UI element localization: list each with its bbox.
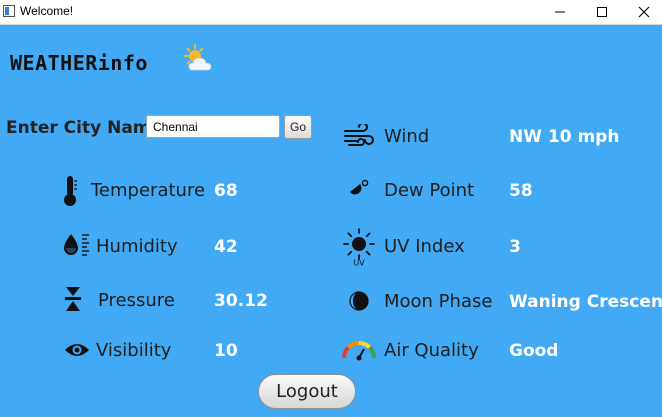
pressure-label: Pressure — [98, 290, 175, 311]
air-quality-label: Air Quality — [384, 340, 479, 361]
air-quality-value: Good — [509, 341, 559, 361]
wind-label: Wind — [384, 126, 430, 147]
temperature-value: 68 — [214, 181, 238, 201]
go-button[interactable]: Go — [284, 115, 312, 139]
thermometer-icon — [64, 176, 77, 206]
uv-index-value: 3 — [509, 237, 521, 257]
dew-point-value: 58 — [509, 181, 533, 201]
maximize-button[interactable] — [580, 0, 624, 24]
wind-icon — [344, 124, 374, 146]
uv-sun-icon: UV — [343, 228, 375, 266]
humidity-label: Humidity — [96, 236, 178, 257]
logout-button[interactable]: Logout — [258, 374, 356, 409]
moon-phase-label: Moon Phase — [384, 291, 493, 312]
moon-phase-icon — [349, 291, 369, 311]
partly-cloudy-icon — [184, 44, 212, 71]
dew-point-label: Dew Point — [384, 180, 475, 201]
visibility-label: Visibility — [96, 340, 172, 361]
moon-phase-value: Waning Crescent — [509, 292, 662, 312]
main-panel: WEATHERinfo Enter City Name Go Temperatu… — [0, 25, 662, 417]
city-input[interactable] — [146, 115, 280, 138]
city-name-label: Enter City Name — [6, 118, 163, 138]
uv-index-label: UV Index — [384, 236, 465, 257]
wind-value: NW 10 mph — [509, 127, 620, 147]
window-titlebar: Welcome! — [0, 0, 662, 25]
dew-point-icon — [350, 179, 369, 195]
app-window-icon — [3, 5, 15, 17]
window-title: Welcome! — [20, 4, 74, 18]
maximize-icon — [597, 7, 607, 17]
eye-icon — [65, 344, 89, 356]
minimize-button[interactable] — [538, 0, 582, 24]
app-logo: WEATHERinfo — [10, 51, 148, 75]
close-icon — [638, 6, 650, 18]
temperature-label: Temperature — [91, 180, 206, 201]
svg-text:UV: UV — [353, 259, 365, 267]
humidity-icon — [64, 234, 89, 256]
air-quality-gauge-icon — [342, 341, 376, 361]
humidity-value: 42 — [214, 237, 238, 257]
minimize-icon — [555, 11, 565, 13]
visibility-value: 10 — [214, 341, 238, 361]
pressure-icon — [65, 287, 81, 311]
close-button[interactable] — [622, 0, 662, 24]
pressure-value: 30.12 — [214, 291, 268, 311]
